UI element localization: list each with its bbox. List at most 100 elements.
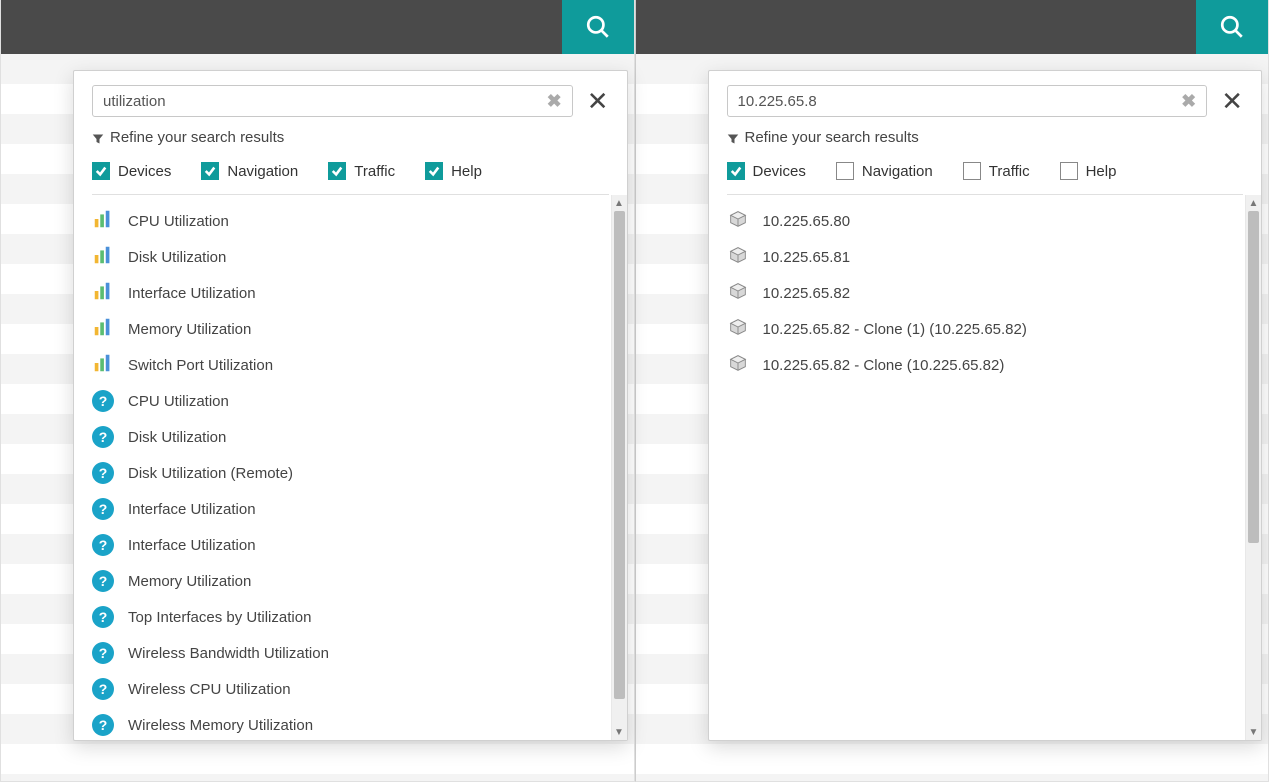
help-icon: ? (92, 714, 114, 736)
result-label: Top Interfaces by Utilization (128, 609, 311, 626)
scrollbar-thumb[interactable] (1248, 211, 1259, 543)
refine-label: Refine your search results (92, 129, 609, 146)
close-icon[interactable]: ✕ (587, 88, 609, 114)
result-label: 10.225.65.81 (763, 249, 851, 266)
checkbox-icon (836, 162, 854, 180)
filter-label: Traffic (989, 163, 1030, 180)
filter-label: Navigation (227, 163, 298, 180)
result-item[interactable]: Memory Utilization (92, 311, 611, 347)
chart-icon (92, 316, 114, 342)
result-label: Disk Utilization (128, 429, 226, 446)
result-item[interactable]: ?Wireless Bandwidth Utilization (92, 635, 611, 671)
chart-icon (92, 208, 114, 234)
refine-text: Refine your search results (745, 129, 919, 146)
result-label: CPU Utilization (128, 213, 229, 230)
checkbox-icon (963, 162, 981, 180)
filter-label: Navigation (862, 163, 933, 180)
scrollbar-up-icon[interactable]: ▲ (1246, 195, 1261, 211)
header-bar (1, 0, 634, 54)
chart-icon (92, 280, 114, 306)
result-item[interactable]: ? Disk Utilization (92, 419, 611, 455)
search-input[interactable] (101, 92, 545, 111)
filter-help[interactable]: Help (425, 162, 482, 180)
filter-devices[interactable]: Devices (92, 162, 171, 180)
device-icon (727, 208, 749, 234)
filter-devices[interactable]: Devices (727, 162, 806, 180)
result-item[interactable]: ? CPU Utilization (92, 383, 611, 419)
filter-help[interactable]: Help (1060, 162, 1117, 180)
search-toggle-button[interactable] (562, 0, 634, 54)
close-icon[interactable]: ✕ (1221, 88, 1243, 114)
result-item[interactable]: ? Top Interfaces by Utilization (92, 599, 611, 635)
search-input[interactable] (736, 92, 1180, 111)
refine-text: Refine your search results (110, 129, 284, 146)
result-item[interactable]: 10.225.65.80 (727, 203, 1246, 239)
help-icon: ? (92, 606, 114, 628)
result-label: CPU Utilization (128, 393, 229, 410)
results-scrollbar[interactable]: ▲ ▼ (611, 195, 627, 740)
filter-label: Help (1086, 163, 1117, 180)
checkbox-icon (1060, 162, 1078, 180)
result-label: Interface Utilization (128, 537, 256, 554)
checkbox-icon (201, 162, 219, 180)
result-item[interactable]: ?Memory Utilization (92, 563, 611, 599)
clear-search-icon[interactable]: ✖ (1179, 91, 1198, 112)
result-label: 10.225.65.80 (763, 213, 851, 230)
results-scrollbar[interactable]: ▲ ▼ (1245, 195, 1261, 740)
chart-icon (92, 352, 114, 378)
result-label: Wireless Bandwidth Utilization (128, 645, 329, 662)
result-item[interactable]: ? Wireless Memory Utilization (92, 707, 611, 740)
help-icon: ? (92, 426, 114, 448)
result-label: Switch Port Utilization (128, 357, 273, 374)
help-icon: ? (92, 570, 114, 592)
scrollbar-up-icon[interactable]: ▲ (612, 195, 627, 211)
result-item[interactable]: Interface Utilization (92, 275, 611, 311)
help-icon: ? (92, 498, 114, 520)
result-label: Memory Utilization (128, 321, 251, 338)
header-bar (636, 0, 1269, 54)
help-icon: ? (92, 534, 114, 556)
search-icon (1219, 14, 1245, 40)
search-box[interactable]: ✖ (92, 85, 573, 117)
result-item[interactable]: 10.225.65.82 - Clone (10.225.65.82) (727, 347, 1246, 383)
refine-label: Refine your search results (727, 129, 1244, 146)
scrollbar-down-icon[interactable]: ▼ (1246, 724, 1261, 740)
scrollbar-thumb[interactable] (614, 211, 625, 699)
result-item[interactable]: ? Wireless CPU Utilization (92, 671, 611, 707)
result-label: 10.225.65.82 - Clone (1) (10.225.65.82) (763, 321, 1027, 338)
result-item[interactable]: ? Interface Utilization (92, 527, 611, 563)
help-icon: ? (92, 390, 114, 412)
result-label: Disk Utilization (Remote) (128, 465, 293, 482)
checkbox-icon (425, 162, 443, 180)
filter-navigation[interactable]: Navigation (201, 162, 298, 180)
checkbox-icon (92, 162, 110, 180)
funnel-icon (727, 132, 739, 144)
result-item[interactable]: 10.225.65.82 (727, 275, 1246, 311)
result-label: Disk Utilization (128, 249, 226, 266)
result-item[interactable]: 10.225.65.81 (727, 239, 1246, 275)
result-item[interactable]: Disk Utilization (92, 239, 611, 275)
result-item[interactable]: CPU Utilization (92, 203, 611, 239)
result-item[interactable]: 10.225.65.82 - Clone (1) (10.225.65.82) (727, 311, 1246, 347)
filter-traffic[interactable]: Traffic (963, 162, 1030, 180)
device-icon (727, 244, 749, 270)
device-icon (727, 316, 749, 342)
clear-search-icon[interactable]: ✖ (545, 91, 564, 112)
result-label: Wireless Memory Utilization (128, 717, 313, 734)
result-item[interactable]: ?Interface Utilization (92, 491, 611, 527)
result-label: 10.225.65.82 - Clone (10.225.65.82) (763, 357, 1005, 374)
result-label: 10.225.65.82 (763, 285, 851, 302)
checkbox-icon (727, 162, 745, 180)
result-item[interactable]: ?Disk Utilization (Remote) (92, 455, 611, 491)
checkbox-icon (328, 162, 346, 180)
scrollbar-down-icon[interactable]: ▼ (612, 724, 627, 740)
filter-traffic[interactable]: Traffic (328, 162, 395, 180)
result-label: Wireless CPU Utilization (128, 681, 291, 698)
search-box[interactable]: ✖ (727, 85, 1208, 117)
search-toggle-button[interactable] (1196, 0, 1268, 54)
filter-navigation[interactable]: Navigation (836, 162, 933, 180)
filter-label: Devices (753, 163, 806, 180)
result-label: Interface Utilization (128, 285, 256, 302)
result-item[interactable]: Switch Port Utilization (92, 347, 611, 383)
help-icon: ? (92, 678, 114, 700)
